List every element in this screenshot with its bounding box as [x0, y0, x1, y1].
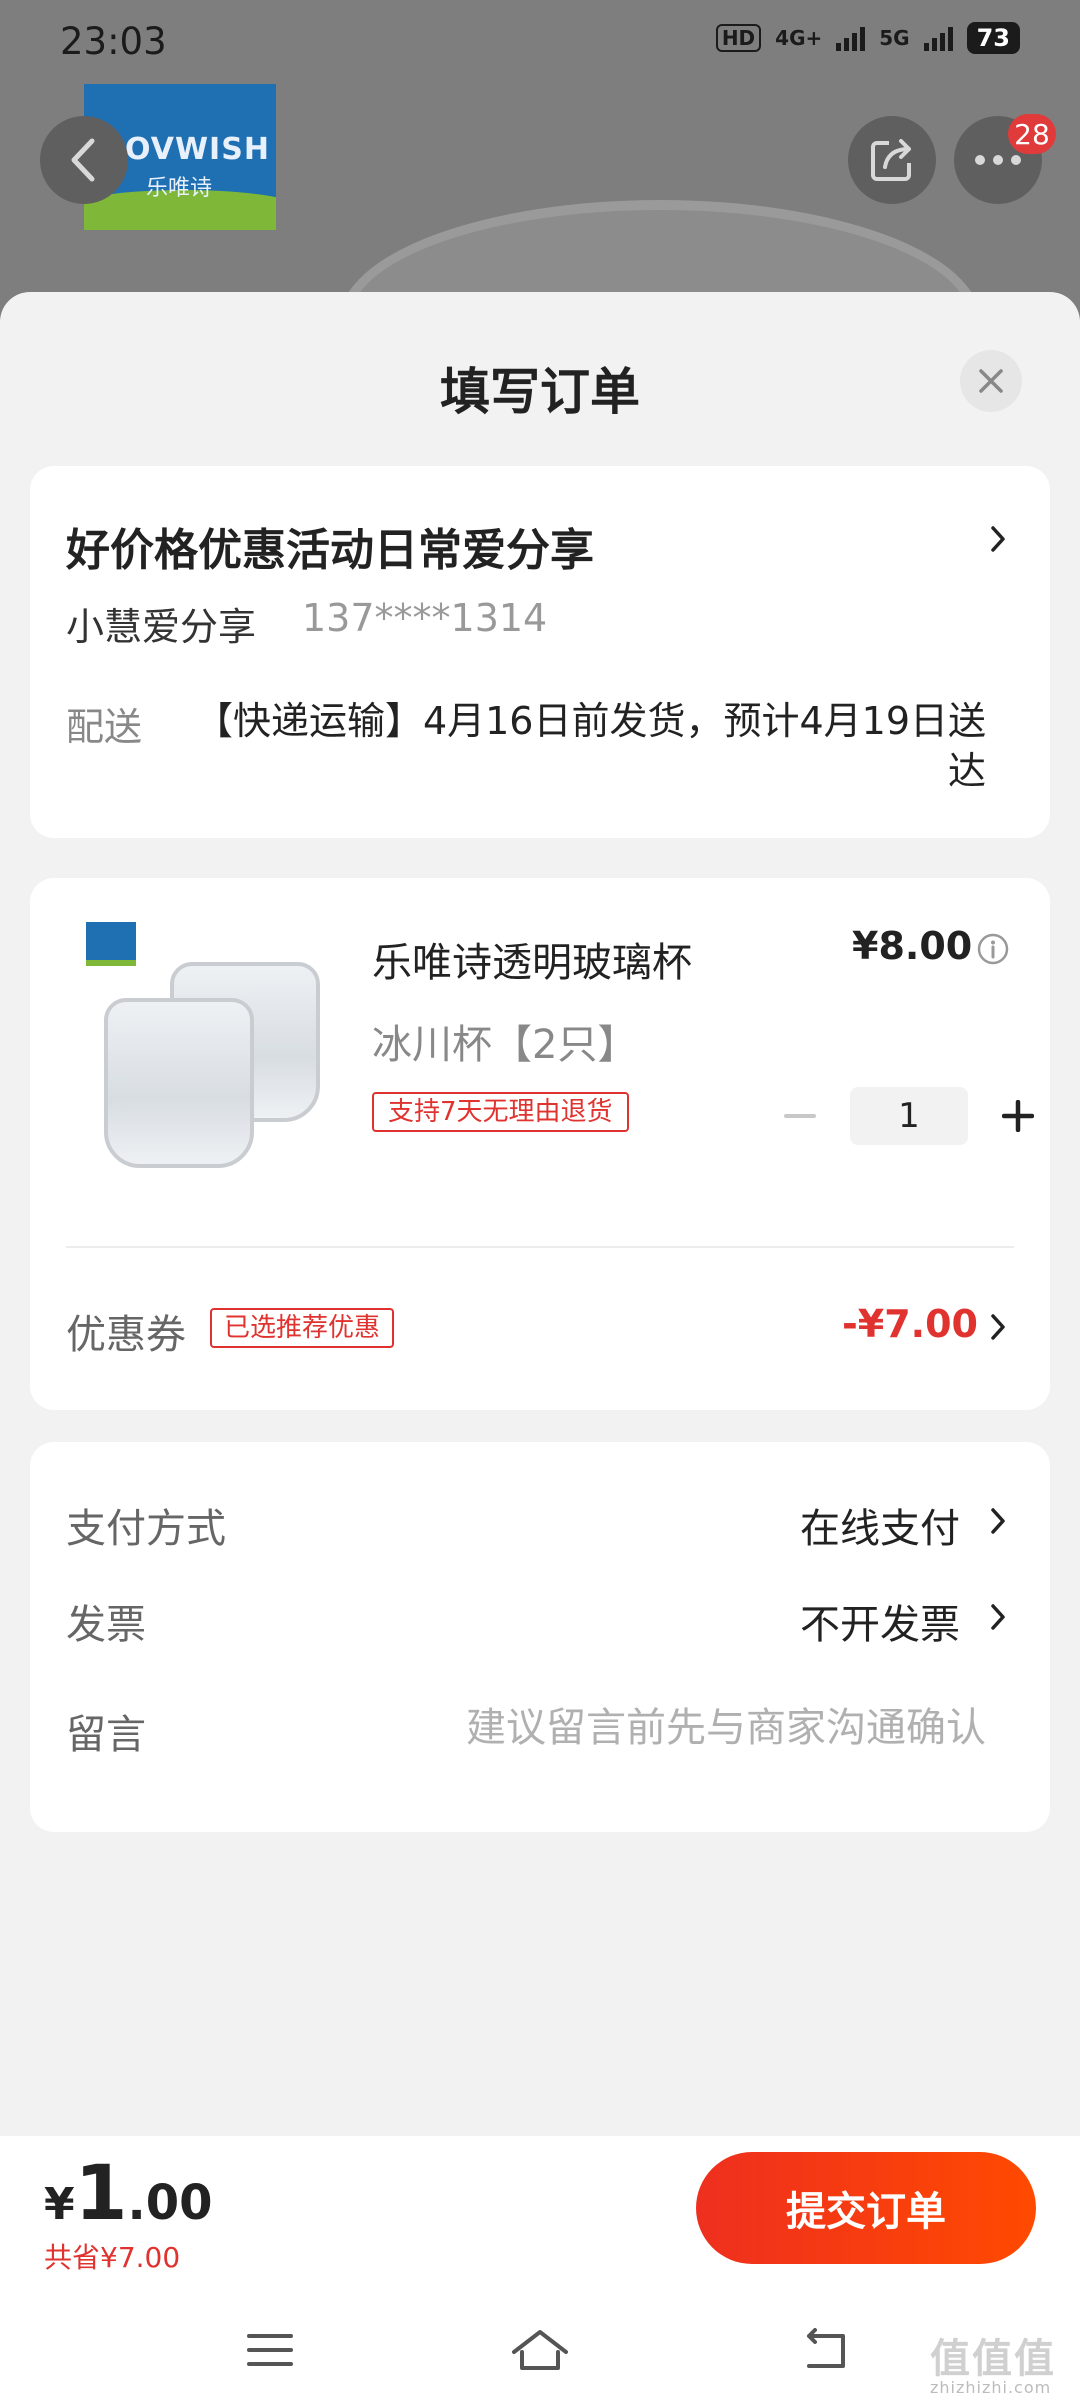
chevron-left-icon — [71, 138, 95, 182]
network-4g-label: 4G+ — [775, 26, 823, 50]
chevron-right-icon[interactable] — [988, 1504, 1008, 1538]
more-dots-icon — [975, 155, 1021, 165]
close-icon — [979, 369, 1003, 393]
watermark-text: 值值值 — [930, 2336, 1056, 2382]
minus-icon — [784, 1114, 816, 1118]
plus-icon — [1002, 1100, 1034, 1132]
saved-amount: 共省¥7.00 — [44, 2241, 181, 2274]
watermark-url: zhizhizhi.com — [930, 2378, 1052, 2397]
signal-icon-2 — [923, 25, 953, 51]
notification-badge: 28 — [1008, 114, 1056, 154]
network-5g-label: 5G — [879, 26, 910, 50]
back-button[interactable] — [40, 116, 128, 204]
sheet-title: 填写订单 — [440, 363, 640, 421]
message-input[interactable] — [410, 1698, 986, 1758]
product-card: 乐唯诗透明玻璃杯 冰川杯【2只】 支持7天无理由退货 ¥8.00 1 优惠券 已… — [30, 878, 1050, 1410]
increase-quantity-button[interactable] — [988, 1086, 1048, 1146]
home-nav-button[interactable] — [508, 2318, 572, 2382]
order-sheet: 填写订单 好价格优惠活动日常爱分享 小慧爱分享 137****1314 配送 【… — [0, 292, 1080, 2136]
brand-logo-latin: LOVWISH — [106, 132, 270, 167]
total-decimal: .00 — [127, 2175, 213, 2231]
battery-icon: 73 — [966, 22, 1020, 54]
payment-card: 支付方式 在线支付 发票 不开发票 留言 — [30, 1442, 1050, 1832]
product-price: ¥8.00 — [852, 924, 973, 968]
product-image[interactable] — [84, 922, 338, 1176]
status-icons: HD 4G+ 5G 73 — [715, 22, 1020, 54]
coupon-discount[interactable]: -¥7.00 — [842, 1302, 978, 1346]
payment-method-value[interactable]: 在线支付 — [800, 1496, 960, 1554]
currency-symbol: ¥ — [44, 2179, 75, 2230]
background-product-page: 23:03 HD 4G+ 5G 73 LOVWISH 乐唯诗 28 — [0, 0, 1080, 320]
message-label: 留言 — [66, 1712, 146, 1758]
menu-icon — [247, 2334, 293, 2366]
chevron-right-icon — [991, 526, 1005, 552]
status-bar: 23:03 HD 4G+ 5G 73 — [0, 0, 1080, 84]
invoice-label: 发票 — [66, 1602, 146, 1648]
quantity-value[interactable]: 1 — [850, 1087, 968, 1145]
chevron-right-icon[interactable] — [988, 1310, 1008, 1344]
chevron-right-icon[interactable] — [988, 1600, 1008, 1634]
divider — [66, 1246, 1014, 1248]
recipient-phone: 137****1314 — [302, 596, 548, 640]
payment-method-label: 支付方式 — [66, 1506, 226, 1552]
glass-front — [104, 998, 254, 1168]
coupon-tag: 已选推荐优惠 — [210, 1308, 395, 1348]
brand-mini-logo — [86, 922, 136, 966]
brand-logo-cn: 乐唯诗 — [146, 176, 213, 201]
status-time: 23:03 — [60, 20, 167, 63]
invoice-value[interactable]: 不开发票 — [800, 1592, 960, 1650]
coupon-label: 优惠券 — [66, 1312, 186, 1358]
product-name[interactable]: 乐唯诗透明玻璃杯 — [372, 930, 692, 988]
menu-nav-button[interactable] — [238, 2318, 302, 2382]
info-icon[interactable] — [976, 932, 1010, 966]
watermark: 值值值 zhizhizhi.com — [930, 2326, 1056, 2397]
total-price: ¥1.00 — [44, 2148, 213, 2237]
home-icon — [512, 2330, 568, 2370]
share-button[interactable] — [848, 116, 936, 204]
recipient-name: 小慧爱分享 — [66, 605, 257, 649]
decrease-quantity-button[interactable] — [770, 1086, 830, 1146]
submit-order-button[interactable]: 提交订单 — [696, 2152, 1036, 2264]
quantity-stepper: 1 — [770, 1086, 1048, 1146]
delivery-info: 【快递运输】4月16日前发货，预计4月19日送达 — [194, 699, 986, 793]
signal-icon — [836, 25, 866, 51]
close-button[interactable] — [960, 350, 1022, 412]
product-spec[interactable]: 冰川杯【2只】 — [372, 1012, 637, 1070]
delivery-label: 配送 — [66, 705, 143, 749]
back-arrow-icon — [807, 2328, 845, 2368]
return-policy-tag: 支持7天无理由退货 — [372, 1092, 629, 1132]
address-title: 好价格优惠活动日常爱分享 — [66, 525, 594, 576]
back-nav-button[interactable] — [794, 2318, 858, 2382]
total-integer: 1 — [74, 2148, 128, 2237]
system-nav-bar — [0, 2290, 1080, 2408]
share-icon — [871, 139, 911, 181]
address-card[interactable]: 好价格优惠活动日常爱分享 小慧爱分享 137****1314 配送 【快递运输】… — [30, 466, 1050, 838]
hd-icon: HD — [715, 24, 762, 52]
